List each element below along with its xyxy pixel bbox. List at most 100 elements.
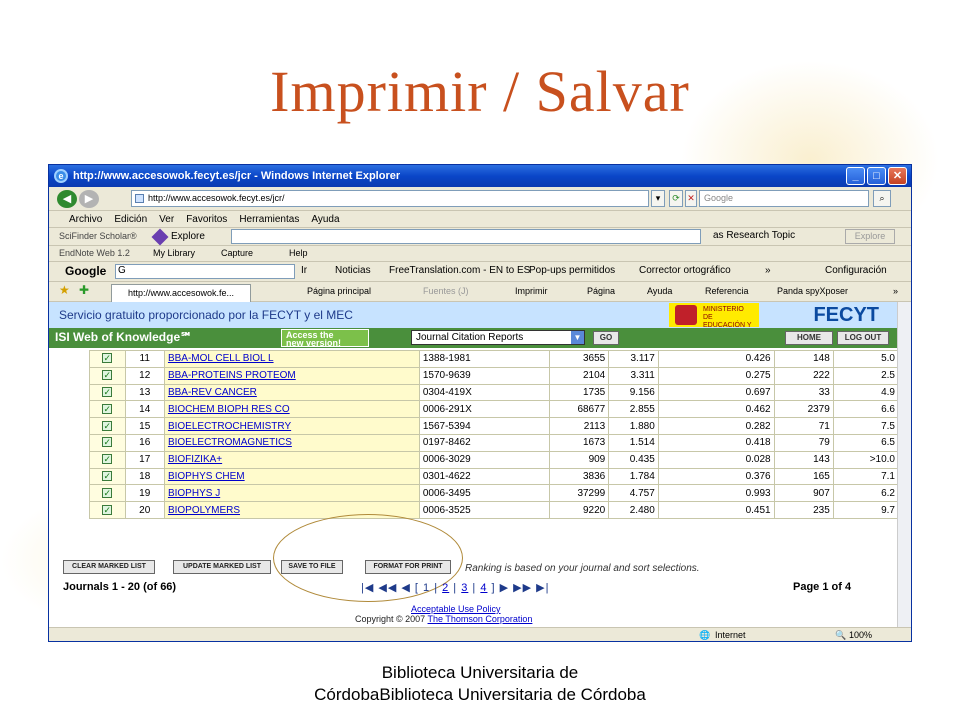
thomson-link[interactable]: The Thomson Corporation (428, 614, 533, 624)
page-link[interactable]: 4 (480, 582, 487, 594)
scifinder-input[interactable] (231, 229, 701, 244)
journal-title[interactable]: BBA-MOL CELL BIOL L (168, 353, 274, 364)
popups-button[interactable]: Pop-ups permitidos (529, 265, 615, 276)
print-button[interactable]: Imprimir (515, 286, 548, 296)
row-checkbox[interactable]: ✓ (89, 400, 126, 419)
journal-title[interactable]: BIOPHYS J (168, 488, 220, 499)
checkbox-checked-icon[interactable]: ✓ (102, 454, 113, 465)
vertical-scrollbar[interactable] (897, 302, 911, 627)
logout-button[interactable]: LOG OUT (837, 331, 889, 345)
page-link[interactable]: 2 (442, 582, 449, 594)
last-page-icon[interactable]: ▶| (536, 582, 549, 594)
checkbox-checked-icon[interactable]: ✓ (102, 386, 113, 397)
tab-current[interactable]: http://www.accesowok.fe... (111, 284, 251, 302)
journal-title[interactable]: BIOPHYS CHEM (168, 471, 245, 482)
journal-title-link[interactable]: BIOELECTROCHEMISTRY (163, 417, 420, 435)
refresh-button[interactable]: ⟳ (669, 190, 683, 207)
commandbar-more[interactable]: » (893, 286, 898, 296)
first-page-icon[interactable]: |◀ (361, 582, 374, 594)
zoom-level[interactable]: 100% (849, 630, 872, 640)
forward-button[interactable]: ▶ (79, 190, 99, 208)
journal-title-link[interactable]: BIOFIZIKA+ (163, 450, 420, 469)
endnote-help[interactable]: Help (289, 248, 308, 258)
page-link[interactable]: 3 (461, 582, 468, 594)
clear-marked-list-button[interactable]: CLEAR MARKED LIST (63, 560, 155, 574)
update-marked-list-button[interactable]: UPDATE MARKED LIST (173, 560, 271, 574)
row-checkbox[interactable]: ✓ (89, 350, 126, 368)
checkbox-checked-icon[interactable]: ✓ (102, 403, 113, 414)
close-button[interactable]: ✕ (888, 167, 907, 185)
journal-title-link[interactable]: BBA-PROTEINS PROTEOM (163, 366, 420, 385)
referencia-button[interactable]: Referencia (705, 286, 749, 296)
toolbar-more[interactable]: » (765, 265, 771, 276)
google-noticias[interactable]: Noticias (335, 265, 371, 276)
scifinder-explore-submit[interactable]: Explore (845, 229, 895, 244)
journal-title-link[interactable]: BBA-MOL CELL BIOL L (163, 350, 420, 368)
row-checkbox[interactable]: ✓ (89, 366, 126, 385)
prev-page-icon[interactable]: ◀ (401, 582, 410, 594)
feeds-button[interactable]: Fuentes (J) (423, 286, 469, 296)
scifinder-explore-button[interactable]: Explore (151, 228, 211, 246)
menu-archivo[interactable]: Archivo (69, 214, 102, 225)
help-menu-button[interactable]: Ayuda (647, 286, 672, 296)
journal-title[interactable]: BIOFIZIKA+ (168, 454, 222, 465)
endnote-library[interactable]: My Library (153, 248, 195, 258)
search-icon[interactable]: ⌕ (873, 190, 891, 207)
journal-title-link[interactable]: BIOELECTROMAGNETICS (163, 433, 420, 452)
address-dropdown-button[interactable]: ▾ (651, 190, 665, 207)
row-checkbox[interactable]: ✓ (89, 501, 126, 519)
journal-title-link[interactable]: BIOPHYS CHEM (163, 467, 420, 486)
go-button[interactable]: GO (593, 331, 619, 345)
row-checkbox[interactable]: ✓ (89, 433, 126, 452)
journal-title[interactable]: BBA-REV CANCER (168, 387, 257, 398)
journal-title-link[interactable]: BIOPHYS J (163, 484, 420, 503)
next-page-icon[interactable]: ▶ (500, 582, 509, 594)
google-ir-button[interactable]: Ir (301, 265, 307, 276)
search-input[interactable]: Google (699, 190, 869, 207)
stop-button[interactable]: ✕ (685, 190, 697, 207)
row-checkbox[interactable]: ✓ (89, 417, 126, 435)
row-checkbox[interactable]: ✓ (89, 383, 126, 402)
address-bar[interactable]: http://www.accesowok.fecyt.es/jcr/ (131, 190, 649, 207)
google-search-input[interactable]: G (115, 264, 295, 279)
row-checkbox[interactable]: ✓ (89, 467, 126, 486)
journal-title[interactable]: BIOELECTROCHEMISTRY (168, 421, 291, 432)
row-checkbox[interactable]: ✓ (89, 484, 126, 503)
endnote-capture[interactable]: Capture (221, 248, 253, 258)
google-config-button[interactable]: Configuración (825, 265, 887, 276)
checkbox-checked-icon[interactable]: ✓ (102, 420, 113, 431)
checkbox-checked-icon[interactable]: ✓ (102, 470, 113, 481)
journal-title[interactable]: BIOPOLYMERS (168, 505, 240, 516)
back-button[interactable]: ◀ (57, 190, 77, 208)
menu-herramientas[interactable]: Herramientas (239, 214, 299, 225)
page-link[interactable]: 1 (423, 582, 430, 594)
journal-title-link[interactable]: BBA-REV CANCER (163, 383, 420, 402)
database-select[interactable]: Journal Citation Reports ▼ (411, 330, 585, 345)
menu-favoritos[interactable]: Favoritos (186, 214, 227, 225)
access-new-version-link[interactable]: Access the new version! (281, 329, 369, 348)
checkbox-checked-icon[interactable]: ✓ (102, 487, 113, 498)
journal-title[interactable]: BBA-PROTEINS PROTEOM (168, 370, 296, 381)
menu-ver[interactable]: Ver (159, 214, 174, 225)
minimize-button[interactable]: _ (846, 167, 865, 185)
home-button[interactable]: Página principal (307, 286, 371, 296)
checkbox-checked-icon[interactable]: ✓ (102, 353, 113, 364)
favorites-star-icon[interactable]: ★ (59, 283, 70, 297)
row-checkbox[interactable]: ✓ (89, 450, 126, 469)
maximize-button[interactable]: □ (867, 167, 886, 185)
add-favorites-icon[interactable]: ✚ (79, 283, 89, 297)
next-ten-icon[interactable]: ▶▶ (513, 582, 532, 594)
journal-title[interactable]: BIOELECTROMAGNETICS (168, 437, 292, 448)
checkbox-checked-icon[interactable]: ✓ (102, 370, 113, 381)
checkbox-checked-icon[interactable]: ✓ (102, 504, 113, 515)
menu-ayuda[interactable]: Ayuda (311, 214, 339, 225)
menu-edicion[interactable]: Edición (114, 214, 147, 225)
journal-title[interactable]: BIOCHEM BIOPH RES CO (168, 404, 290, 415)
freetranslation-button[interactable]: FreeTranslation.com - EN to ES (389, 265, 530, 276)
scifinder-topic-select[interactable]: as Research Topic (713, 230, 795, 241)
home-nav-button[interactable]: HOME (785, 331, 833, 345)
prev-ten-icon[interactable]: ◀◀ (378, 582, 397, 594)
spellcheck-button[interactable]: Corrector ortográfico (639, 265, 731, 276)
journal-title-link[interactable]: BIOCHEM BIOPH RES CO (163, 400, 420, 419)
page-menu-button[interactable]: Página (587, 286, 615, 296)
